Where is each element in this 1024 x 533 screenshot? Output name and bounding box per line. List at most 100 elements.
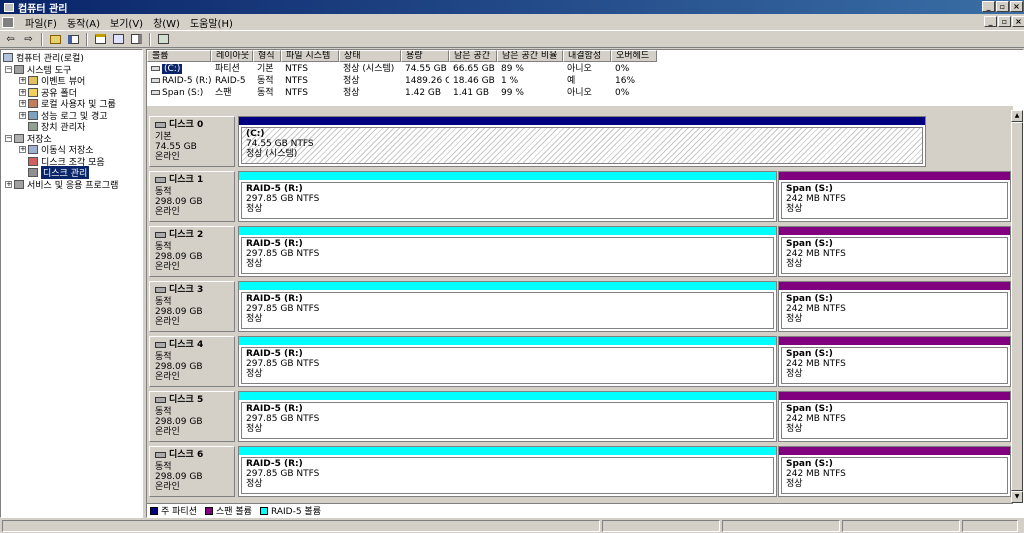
partition-detail: 74.55 GB NTFS <box>246 139 314 149</box>
expand-icon[interactable]: + <box>19 88 26 96</box>
column-header-filesystem[interactable]: 파일 시스템 <box>281 50 339 62</box>
expand-icon[interactable]: + <box>19 77 26 85</box>
column-header-capacity[interactable]: 용량 <box>401 50 449 62</box>
partition-span[interactable]: Span (S:) 242 MB NTFS 정상 <box>778 226 1011 277</box>
volume-row[interactable]: Span (S:) 스팬 동적 NTFS 정상 1.42 GB 1.41 GB … <box>147 87 657 99</box>
panel-icon[interactable] <box>129 32 144 46</box>
raid5-bar <box>239 337 776 345</box>
services-icon <box>14 179 24 189</box>
legend-item-primary: 주 파티션 <box>150 504 197 517</box>
device-manager-icon <box>28 122 38 132</box>
disk-row[interactable]: 디스크 2 동적 298.09 GB 온라인 RAID-5 (R:) 297.85… <box>149 226 1011 277</box>
collapse-icon[interactable]: − <box>5 65 12 73</box>
scroll-down-arrow-icon[interactable]: ▼ <box>1011 491 1023 503</box>
partition-raid5[interactable]: RAID-5 (R:) 297.85 GB NTFS 정상 <box>238 171 777 222</box>
column-header-layout[interactable]: 레이아웃 <box>211 50 253 62</box>
scroll-thumb[interactable] <box>1011 122 1023 491</box>
child-restore-button[interactable]: ▫ <box>998 16 1011 27</box>
back-arrow-icon[interactable]: ⇦ <box>3 32 18 46</box>
disk-label[interactable]: 디스크 2 동적 298.09 GB 온라인 <box>149 226 235 277</box>
column-header-status[interactable]: 상태 <box>339 50 401 62</box>
maximize-button[interactable]: ▫ <box>996 1 1009 12</box>
tree-item-services[interactable]: + 서비스 및 응용 프로그램 <box>1 179 142 191</box>
partition-name: Span (S:) <box>786 349 833 359</box>
show-tree-icon[interactable] <box>66 32 81 46</box>
span-bar <box>779 282 1010 290</box>
mmc-icon[interactable] <box>2 16 14 28</box>
raid5-bar <box>239 447 776 455</box>
collapse-icon[interactable]: − <box>5 134 12 142</box>
partition-name: RAID-5 (R:) <box>246 349 303 359</box>
close-button[interactable]: × <box>1010 1 1023 12</box>
scroll-up-arrow-icon[interactable]: ▲ <box>1011 110 1023 122</box>
disk-label[interactable]: 디스크 3 동적 298.09 GB 온라인 <box>149 281 235 332</box>
details-pane: 볼륨 레이아웃 형식 파일 시스템 상태 용량 남은 공간 남은 공간 비율 내… <box>146 49 1024 518</box>
disk-row[interactable]: 디스크 1 동적 298.09 GB 온라인 RAID-5 (R:) 297.85… <box>149 171 1011 222</box>
expand-icon[interactable]: + <box>5 180 12 188</box>
expand-icon[interactable]: + <box>19 111 26 119</box>
disk-row[interactable]: 디스크 0 기본 74.55 GB 온라인 (C:) 74.55 GB NTFS… <box>149 116 1011 167</box>
child-close-button[interactable]: × <box>1012 16 1024 27</box>
disk-row[interactable]: 디스크 5 동적 298.09 GB 온라인 RAID-5 (R:) 297.85… <box>149 391 1011 442</box>
partition-name: Span (S:) <box>786 184 833 194</box>
partition-raid5[interactable]: RAID-5 (R:) 297.85 GB NTFS 정상 <box>238 446 777 497</box>
menu-action[interactable]: 동작(A) <box>62 15 105 30</box>
partition-detail: 297.85 GB NTFS <box>246 304 320 314</box>
span-bar <box>779 392 1010 400</box>
partition-raid5[interactable]: RAID-5 (R:) 297.85 GB NTFS 정상 <box>238 226 777 277</box>
volume-row[interactable]: RAID-5 (R:) RAID-5 동적 NTFS 정상 1489.26 GB… <box>147 75 657 87</box>
column-header-percent-free[interactable]: 남은 공간 비율 <box>497 50 563 62</box>
forward-arrow-icon[interactable]: ⇨ <box>21 32 36 46</box>
partition-raid5[interactable]: RAID-5 (R:) 297.85 GB NTFS 정상 <box>238 391 777 442</box>
menu-file[interactable]: 파일(F) <box>20 15 62 30</box>
partition-raid5[interactable]: RAID-5 (R:) 297.85 GB NTFS 정상 <box>238 281 777 332</box>
tree-item-root[interactable]: 컴퓨터 관리(로컬) <box>1 52 142 64</box>
partition-c[interactable]: (C:) 74.55 GB NTFS 정상 (시스템) <box>238 116 926 167</box>
partition-span[interactable]: Span (S:) 242 MB NTFS 정상 <box>778 336 1011 387</box>
capacity-cell: 1.42 GB <box>405 88 442 98</box>
column-header-free-space[interactable]: 남은 공간 <box>449 50 497 62</box>
child-minimize-button[interactable]: _ <box>984 16 997 27</box>
free-space-cell: 18.46 GB <box>453 76 495 86</box>
partition-span[interactable]: Span (S:) 242 MB NTFS 정상 <box>778 446 1011 497</box>
disk-row[interactable]: 디스크 6 동적 298.09 GB 온라인 RAID-5 (R:) 297.85… <box>149 446 1011 497</box>
partition-raid5[interactable]: RAID-5 (R:) 297.85 GB NTFS 정상 <box>238 336 777 387</box>
disk-icon <box>155 232 166 238</box>
partition-span[interactable]: Span (S:) 242 MB NTFS 정상 <box>778 391 1011 442</box>
up-folder-icon[interactable] <box>48 32 63 46</box>
settings-icon[interactable] <box>156 32 171 46</box>
overhead-cell: 0% <box>615 64 630 74</box>
toolbar-separator <box>149 32 151 46</box>
disk-type: 기본 <box>155 132 172 142</box>
percent-free-cell: 89 % <box>501 64 524 74</box>
partition-name: RAID-5 (R:) <box>246 184 303 194</box>
expand-icon[interactable]: + <box>19 146 26 154</box>
minimize-button[interactable]: _ <box>982 1 995 12</box>
help-icon[interactable] <box>111 32 126 46</box>
properties-icon[interactable] <box>93 32 108 46</box>
menu-view[interactable]: 보기(V) <box>105 15 148 30</box>
disk-row[interactable]: 디스크 4 동적 298.09 GB 온라인 RAID-5 (R:) 297.85… <box>149 336 1011 387</box>
disk-row[interactable]: 디스크 3 동적 298.09 GB 온라인 RAID-5 (R:) 297.85… <box>149 281 1011 332</box>
disk-status: 온라인 <box>155 482 180 492</box>
partition-detail: 242 MB NTFS <box>786 469 846 479</box>
menu-window[interactable]: 창(W) <box>148 15 185 30</box>
vertical-scrollbar[interactable]: ▲ ▼ <box>1011 110 1023 503</box>
column-header-volume[interactable]: 볼륨 <box>147 50 211 62</box>
disk-label[interactable]: 디스크 5 동적 298.09 GB 온라인 <box>149 391 235 442</box>
disk-label[interactable]: 디스크 4 동적 298.09 GB 온라인 <box>149 336 235 387</box>
disk-label[interactable]: 디스크 6 동적 298.09 GB 온라인 <box>149 446 235 497</box>
disk-label[interactable]: 디스크 1 동적 298.09 GB 온라인 <box>149 171 235 222</box>
tree-item-device-manager[interactable]: 장치 관리자 <box>1 121 142 133</box>
menu-help[interactable]: 도움말(H) <box>185 15 238 30</box>
column-header-fault-tolerance[interactable]: 내결함성 <box>563 50 611 62</box>
disk-label[interactable]: 디스크 0 기본 74.55 GB 온라인 <box>149 116 235 167</box>
partition-status: 정상 <box>786 369 803 379</box>
partition-span[interactable]: Span (S:) 242 MB NTFS 정상 <box>778 281 1011 332</box>
partition-span[interactable]: Span (S:) 242 MB NTFS 정상 <box>778 171 1011 222</box>
column-header-overhead[interactable]: 오버헤드 <box>611 50 657 62</box>
volume-row[interactable]: (C:) 파티션 기본 NTFS 정상 (시스템) 74.55 GB 66.65… <box>147 63 657 75</box>
expand-icon[interactable]: + <box>19 100 26 108</box>
column-header-type[interactable]: 형식 <box>253 50 281 62</box>
primary-swatch <box>150 506 158 515</box>
